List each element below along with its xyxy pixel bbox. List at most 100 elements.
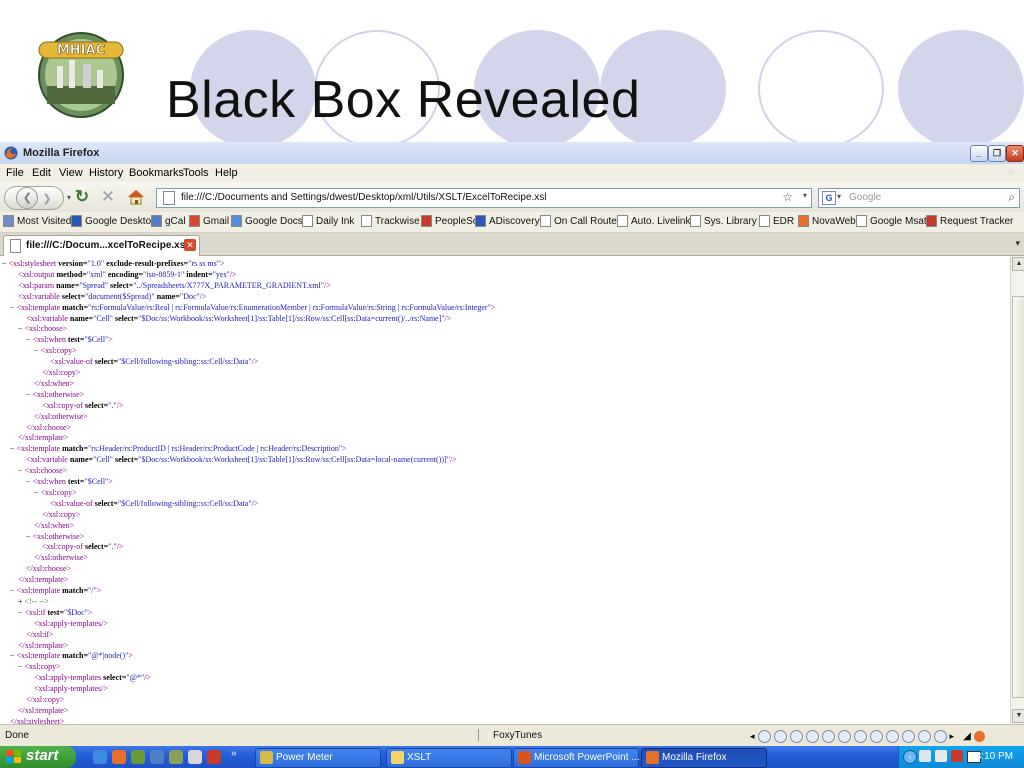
forward-icon[interactable]: ❯: [42, 192, 51, 205]
bookmark-google-desktop[interactable]: Google Desktop: [71, 215, 157, 227]
addon-icon[interactable]: [917, 729, 931, 743]
title-bar[interactable]: Mozilla Firefox _ ❐ ✕: [0, 142, 1024, 165]
scroll-down-icon[interactable]: ▼: [1012, 709, 1024, 723]
addon-icon[interactable]: [901, 729, 915, 743]
firefox-status-icon[interactable]: [973, 730, 985, 742]
engine-dropdown-icon[interactable]: ▾: [837, 192, 841, 201]
start-button[interactable]: start: [0, 746, 76, 768]
addon-icon[interactable]: [789, 729, 803, 743]
xml-attribute: select=: [103, 673, 127, 683]
taskbar-button-microsoft-powerpoint[interactable]: Microsoft PowerPoint ...: [513, 748, 640, 768]
google-search-engine-icon[interactable]: G: [822, 191, 836, 205]
bookmark-label: Auto. Livelink: [631, 215, 691, 227]
bookmark-on-call-router[interactable]: On Call Router: [540, 215, 620, 227]
menu-tools[interactable]: Tools: [183, 167, 209, 179]
bookmark-request-tracker[interactable]: Request Tracker: [926, 215, 1013, 227]
quick-launch-app-icon[interactable]: [169, 750, 183, 764]
xml-line: − <xsl:if test="$Doc">: [18, 608, 92, 619]
window-title: Mozilla Firefox: [23, 147, 100, 159]
bookmark-star-icon[interactable]: ☆: [782, 190, 793, 204]
taskbar-button-xslt[interactable]: XSLT: [386, 748, 512, 768]
search-box[interactable]: G ▾ Google ⌕: [818, 188, 1020, 208]
menu-history[interactable]: History: [89, 167, 123, 179]
close-button[interactable]: ✕: [1006, 145, 1024, 162]
bookmark-adiscovery[interactable]: ADiscovery: [475, 215, 540, 227]
system-tray: ‹ 8:10 PM: [898, 746, 1024, 768]
addon-icon[interactable]: [869, 729, 883, 743]
xml-line: </xsl:otherwise>: [34, 412, 88, 423]
reload-icon[interactable]: ↻: [72, 186, 92, 208]
taskbar-button-power-meter[interactable]: Power Meter: [255, 748, 381, 768]
scroll-up-icon[interactable]: ▲: [1012, 257, 1024, 271]
scrollbar-thumb[interactable]: [1012, 296, 1024, 698]
addon-icon[interactable]: [837, 729, 851, 743]
xml-value: "Cell": [93, 455, 113, 465]
prev-icon[interactable]: ◂: [750, 731, 755, 742]
taskbar-button-mozilla-firefox[interactable]: Mozilla Firefox: [641, 748, 767, 768]
foxytunes-label[interactable]: FoxyTunes: [493, 730, 542, 741]
menu-bookmarks[interactable]: Bookmarks: [129, 167, 184, 179]
clock[interactable]: 8:10 PM: [976, 751, 1013, 762]
tab-xsl-file[interactable]: file:///C:/Docum...xcelToRecipe.xsl ✕: [3, 235, 200, 256]
next-icon[interactable]: ▸: [950, 731, 955, 742]
addon-icon[interactable]: [853, 729, 867, 743]
tray-app-icon[interactable]: [951, 750, 963, 762]
xml-tag: />: [251, 357, 259, 367]
quick-launch-app-icon[interactable]: [207, 750, 221, 764]
bookmark-trackwise[interactable]: Trackwise: [361, 215, 420, 227]
volume-icon[interactable]: ◢: [963, 731, 971, 742]
bookmark-auto-livelink[interactable]: Auto. Livelink: [617, 215, 690, 227]
xml-value: "Spread": [79, 280, 109, 290]
bookmark-daily-ink[interactable]: Daily Ink: [302, 215, 354, 227]
menu-help[interactable]: Help: [215, 167, 238, 179]
xml-value: "yes": [212, 269, 230, 279]
search-icon[interactable]: ⌕: [1008, 190, 1015, 205]
bookmark-google-docs[interactable]: Google Docs: [231, 215, 303, 227]
quick-launch-ie-icon[interactable]: [93, 750, 107, 764]
bookmark-sys-library[interactable]: Sys. Library: [690, 215, 757, 227]
taskbar-button-label: Mozilla Firefox: [662, 752, 727, 763]
firefox-icon: [646, 751, 659, 764]
quick-launch-app-icon[interactable]: [150, 750, 164, 764]
tab-list-icon[interactable]: ▾: [1015, 238, 1020, 249]
addon-icon[interactable]: [933, 729, 947, 743]
bookmark-most-visited[interactable]: Most Visited: [3, 215, 71, 227]
bookmark-edr[interactable]: EDR: [759, 215, 794, 227]
xml-line: </xsl:copy>: [26, 695, 64, 706]
url-text[interactable]: file:///C:/Documents and Settings/dwest/…: [181, 192, 547, 203]
menu-view[interactable]: View: [59, 167, 83, 179]
bookmark-gmail[interactable]: Gmail: [189, 215, 229, 227]
bookmark-google-msat[interactable]: Google Msat: [856, 215, 927, 227]
minimize-button[interactable]: _: [970, 145, 988, 162]
xml-tag: />: [199, 291, 207, 301]
stop-icon[interactable]: ✕: [98, 186, 118, 208]
vertical-scrollbar[interactable]: ▲ ▼: [1010, 256, 1024, 724]
tab-close-icon[interactable]: ✕: [184, 239, 196, 251]
bookmark-gcal[interactable]: gCal: [151, 215, 186, 227]
volume-tray-icon[interactable]: [935, 750, 947, 762]
back-icon[interactable]: ❮: [16, 187, 39, 209]
menu-edit[interactable]: Edit: [32, 167, 51, 179]
menu-file[interactable]: File: [6, 167, 24, 179]
quick-launch-app-icon[interactable]: [188, 750, 202, 764]
quick-launch-more-icon[interactable]: »: [231, 748, 237, 759]
network-icon[interactable]: [919, 750, 931, 762]
addon-icon[interactable]: [885, 729, 899, 743]
addon-icon[interactable]: [821, 729, 835, 743]
foxytunes-icon[interactable]: [478, 729, 489, 741]
quick-launch-app-icon[interactable]: [131, 750, 145, 764]
home-icon[interactable]: [124, 186, 148, 208]
url-dropdown-icon[interactable]: ▾: [803, 191, 807, 200]
xml-tag: </xsl:if>: [26, 629, 54, 639]
quick-launch-firefox-icon[interactable]: [112, 750, 126, 764]
xml-tag: />: [444, 313, 452, 323]
addon-icon[interactable]: [757, 729, 771, 743]
restore-button[interactable]: ❐: [988, 145, 1006, 162]
bookmark-folder-icon: [3, 215, 14, 227]
addon-icon[interactable]: [773, 729, 787, 743]
tray-expand-icon[interactable]: ‹: [903, 750, 917, 764]
bookmark-novaweb[interactable]: NovaWeb: [798, 215, 856, 227]
addon-icon[interactable]: [805, 729, 819, 743]
xml-value: "$Cell/following-sibling::ss:Cell/ss:Dat…: [117, 498, 252, 508]
url-bar[interactable]: file:///C:/Documents and Settings/dwest/…: [156, 188, 812, 208]
